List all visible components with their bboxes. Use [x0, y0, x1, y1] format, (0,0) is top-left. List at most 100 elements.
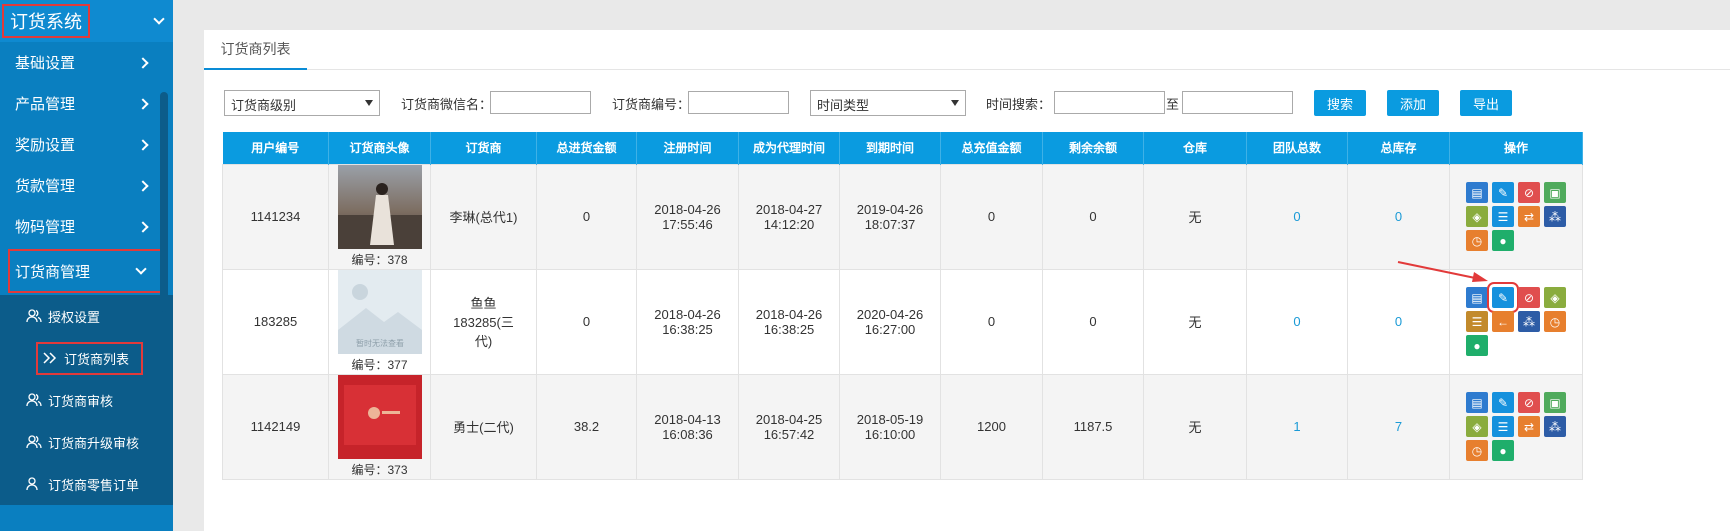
column-header[interactable]: 成为代理时间 [738, 132, 840, 164]
list-icon[interactable]: ☰ [1466, 311, 1488, 332]
view-icon[interactable]: ▤ [1466, 287, 1488, 308]
column-header[interactable]: 用户编号 [222, 132, 329, 164]
message-icon[interactable]: ● [1466, 335, 1488, 356]
team-total-link[interactable]: 0 [1246, 268, 1348, 375]
sidebar-item-payment-management[interactable]: 货款管理 [0, 165, 173, 206]
users-icon [26, 393, 42, 407]
dealer-name-cell: 李琳(总代1) [430, 163, 537, 270]
total-recharge-cell: 1200 [940, 373, 1043, 480]
tag-icon[interactable]: ◈ [1466, 206, 1488, 227]
audit-icon[interactable]: ▣ [1544, 392, 1566, 413]
back-icon[interactable]: ← [1492, 311, 1514, 332]
dealer-code-input[interactable] [688, 91, 789, 114]
column-header[interactable]: 剩余余额 [1042, 132, 1144, 164]
column-header[interactable]: 团队总数 [1246, 132, 1348, 164]
chevron-down-icon [135, 263, 147, 275]
users-icon [26, 477, 42, 491]
time-search-label: 时间搜索： [986, 97, 1052, 112]
column-header[interactable]: 注册时间 [636, 132, 739, 164]
total-stock-link[interactable]: 7 [1347, 373, 1450, 480]
edit-icon[interactable]: ✎ [1492, 182, 1514, 203]
sidebar-subitem-label: 订货商审核 [48, 393, 114, 409]
users-icon [26, 309, 42, 323]
column-header[interactable]: 总进货金额 [536, 132, 637, 164]
sidebar-subitem-retail-orders[interactable]: 订货商零售订单 [0, 463, 173, 505]
export-button[interactable]: 导出 [1460, 90, 1512, 116]
column-header[interactable]: 总库存 [1347, 132, 1450, 164]
message-icon[interactable]: ● [1492, 440, 1514, 461]
avatar-placeholder[interactable]: 暂时无法查看 [337, 270, 422, 354]
end-time-input[interactable] [1182, 91, 1293, 114]
column-header[interactable]: 订货商头像 [328, 132, 431, 164]
sidebar-item-reward-settings[interactable]: 奖励设置 [0, 124, 173, 165]
dealer-level-select[interactable]: 订货商级别 [224, 90, 380, 116]
history-icon[interactable]: ◷ [1466, 230, 1488, 251]
sidebar-subitem-dealer-review[interactable]: 订货商审核 [0, 379, 173, 421]
sidebar-item-label: 物码管理 [15, 219, 76, 236]
list-icon[interactable]: ☰ [1492, 416, 1514, 437]
sidebar-item-dealer-management[interactable]: 订货商管理 [8, 249, 167, 293]
chevron-right-icon [137, 179, 149, 192]
column-header[interactable]: 订货商 [430, 132, 537, 164]
expire-time-cell: 2018-05-19 16:10:00 [839, 373, 941, 480]
dealer-name-cell: 鱼鱼 183285(三 代) [430, 268, 537, 375]
start-time-input[interactable] [1054, 91, 1165, 114]
avatar-cell: 编号：378 [328, 163, 431, 270]
view-icon[interactable]: ▤ [1466, 392, 1488, 413]
time-type-select[interactable]: 时间类型 [810, 90, 966, 116]
history-icon[interactable]: ◷ [1466, 440, 1488, 461]
dealer-code-label: 订货商编号： [612, 97, 691, 112]
agent-time-cell: 2018-04-25 16:57:42 [738, 373, 840, 480]
list-icon[interactable]: ☰ [1492, 206, 1514, 227]
team-icon[interactable]: ⁂ [1544, 416, 1566, 437]
disable-icon[interactable]: ⊘ [1518, 392, 1540, 413]
sidebar-subitem-dealer-list[interactable]: 订货商列表 [0, 337, 173, 379]
team-icon[interactable]: ⁂ [1518, 311, 1540, 332]
sidebar-item-code-management[interactable]: 物码管理 [0, 206, 173, 247]
tag-icon[interactable]: ◈ [1466, 416, 1488, 437]
sidebar-subitem-auth-settings[interactable]: 授权设置 [0, 295, 173, 337]
avatar[interactable] [337, 375, 422, 459]
sidebar-scrollbar[interactable] [160, 92, 168, 312]
wechat-name-label: 订货商微信名： [401, 97, 493, 112]
total-stock-link[interactable]: 0 [1347, 268, 1450, 375]
message-icon[interactable]: ● [1492, 230, 1514, 251]
total-stock-link[interactable]: 0 [1347, 163, 1450, 270]
actions-cell: ▤ ✎ ⊘ ▣ ◈ ☰ ⇄ ⁂ ◷ ● [1449, 373, 1583, 480]
disable-icon[interactable]: ⊘ [1518, 287, 1540, 308]
sidebar-item-basic-settings[interactable]: 基础设置 [0, 42, 173, 83]
history-icon[interactable]: ◷ [1544, 311, 1566, 332]
sidebar-header[interactable]: 订货系统 [0, 0, 173, 42]
edit-icon[interactable]: ✎ [1492, 392, 1514, 413]
column-header[interactable]: 总充值金额 [940, 132, 1043, 164]
view-icon[interactable]: ▤ [1466, 182, 1488, 203]
table-header-row: 用户编号 订货商头像 订货商 总进货金额 注册时间 成为代理时间 到期时间 总充… [222, 132, 1583, 164]
system-title: 订货系统 [2, 4, 90, 38]
add-button[interactable]: 添加 [1387, 90, 1439, 116]
avatar[interactable] [337, 165, 422, 249]
dropdown-arrow-icon [951, 100, 959, 106]
column-header[interactable]: 操作 [1449, 132, 1583, 164]
edit-icon[interactable]: ✎ [1487, 282, 1519, 313]
transfer-icon[interactable]: ⇄ [1518, 416, 1540, 437]
column-header[interactable]: 到期时间 [839, 132, 941, 164]
transfer-icon[interactable]: ⇄ [1518, 206, 1540, 227]
expire-time-cell: 2019-04-26 18:07:37 [839, 163, 941, 270]
wechat-name-input[interactable] [490, 91, 591, 114]
total-purchase-cell: 38.2 [536, 373, 637, 480]
audit-icon[interactable]: ▣ [1544, 182, 1566, 203]
disable-icon[interactable]: ⊘ [1518, 182, 1540, 203]
avatar-caption: 编号：373 [351, 463, 408, 477]
search-button[interactable]: 搜索 [1314, 90, 1366, 116]
register-time-cell: 2018-04-26 16:38:25 [636, 268, 739, 375]
sidebar-subitem-label: 订货商零售订单 [48, 477, 140, 493]
column-header[interactable]: 仓库 [1143, 132, 1247, 164]
team-total-link[interactable]: 1 [1246, 373, 1348, 480]
team-total-link[interactable]: 0 [1246, 163, 1348, 270]
team-icon[interactable]: ⁂ [1544, 206, 1566, 227]
sidebar-item-product-management[interactable]: 产品管理 [0, 83, 173, 124]
tag-icon[interactable]: ◈ [1544, 287, 1566, 308]
tab-dealer-list[interactable]: 订货商列表 [204, 30, 307, 70]
balance-cell: 0 [1042, 163, 1144, 270]
sidebar-subitem-upgrade-review[interactable]: 订货商升级审核 [0, 421, 173, 463]
